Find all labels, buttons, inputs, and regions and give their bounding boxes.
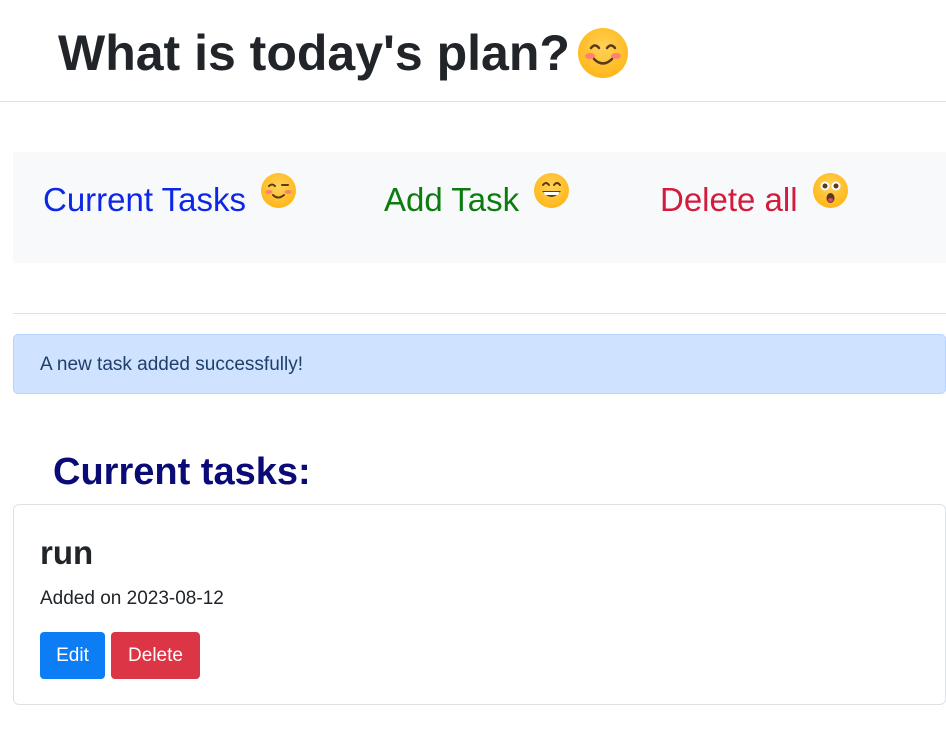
winking-face-icon (260, 173, 296, 208)
nav-add-task-label: Add Task (384, 181, 520, 218)
grinning-face-icon (534, 173, 570, 208)
nav-delete-all[interactable]: Delete all (660, 170, 848, 230)
task-navbar: Current Tasks Add Task Delete all (13, 152, 946, 263)
task-added-date: Added on 2023-08-12 (40, 588, 224, 609)
nav-delete-all-label: Delete all (660, 181, 798, 218)
page-title-text: What is today's plan? (58, 25, 570, 81)
success-alert: A new task added successfully! (13, 334, 946, 394)
astonished-face-icon (812, 173, 848, 208)
smiling-face-with-blush-icon (577, 28, 628, 78)
edit-task-button[interactable]: Edit (40, 632, 105, 679)
alert-message: A new task added successfully! (40, 354, 303, 375)
page-header: What is today's plan? (0, 0, 946, 102)
task-card: run Added on 2023-08-12 Edit Delete (13, 504, 946, 705)
delete-task-button[interactable]: Delete (111, 632, 200, 679)
nav-current-tasks-label: Current Tasks (43, 181, 246, 218)
page-title: What is today's plan? (58, 22, 628, 84)
nav-current-tasks[interactable]: Current Tasks (43, 170, 296, 230)
section-divider (13, 313, 946, 314)
task-title: run (40, 534, 94, 571)
current-tasks-heading: Current tasks: (53, 451, 311, 493)
nav-add-task[interactable]: Add Task (384, 170, 570, 230)
